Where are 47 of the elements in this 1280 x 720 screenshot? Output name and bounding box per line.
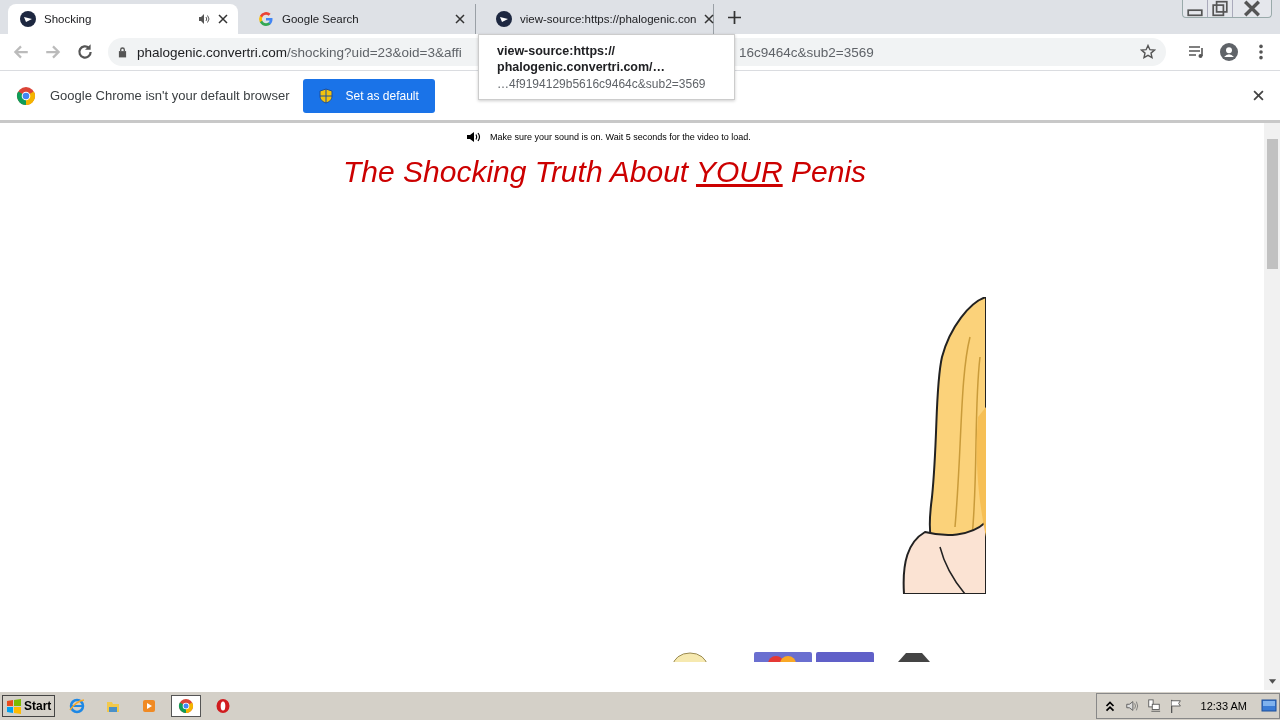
network-icon[interactable] (1146, 699, 1161, 713)
tooltip-title: phalogenic.convertri.com/… (497, 59, 667, 75)
show-desktop-icon[interactable] (1261, 698, 1277, 714)
tab-title: Google Search (282, 13, 360, 25)
site-icon (20, 11, 36, 27)
taskbar-button[interactable] (171, 695, 202, 717)
window-controls[interactable] (1182, 0, 1272, 18)
speaker-icon[interactable] (198, 13, 210, 25)
opera-icon[interactable] (215, 698, 232, 714)
close-icon[interactable] (1253, 90, 1264, 101)
windows-logo-icon (6, 698, 22, 714)
star-icon[interactable] (1140, 44, 1156, 60)
google-icon (258, 11, 274, 27)
tooltip-title: view-source:https:// (497, 43, 617, 59)
media-control-icon[interactable] (1188, 43, 1206, 61)
seal-icon (672, 652, 708, 662)
tooltip-url: …4f9194129b5616c9464c&sub2=3569 (497, 76, 706, 92)
speaker-icon (466, 131, 482, 143)
scrollbar[interactable] (1264, 123, 1280, 690)
set-default-button[interactable]: Set as default (303, 78, 435, 113)
close-icon[interactable] (218, 14, 228, 24)
url-text: 16c9464c&sub2=3569 (739, 44, 875, 60)
card-logo-icon (816, 652, 874, 662)
infobar-message: Google Chrome isn't your default browser (50, 88, 290, 103)
chrome-logo-icon (16, 85, 36, 106)
scroll-down-icon[interactable] (1267, 679, 1277, 685)
close-icon[interactable] (455, 14, 465, 24)
profile-icon[interactable] (1220, 43, 1238, 61)
tab-title: view-source:https://phalogenic.con (520, 13, 697, 25)
card-logo-icon (754, 652, 812, 662)
start-button[interactable]: Start (2, 695, 56, 717)
new-tab-icon[interactable] (728, 10, 741, 24)
tab-title: Shocking (44, 13, 93, 25)
chrome-icon[interactable] (178, 698, 195, 714)
lock-icon (118, 46, 127, 58)
browser-tab[interactable]: Shocking (8, 4, 238, 34)
clock[interactable]: 12:33 AM (1200, 700, 1247, 712)
url-text: phalogenic.convertri.com/shocking?uid=23&oid=3&affi (137, 44, 463, 60)
site-icon (496, 11, 512, 27)
volume-icon[interactable] (1124, 699, 1139, 713)
headline: The Shocking Truth About YOUR Penis (343, 155, 867, 189)
shield-icon (319, 87, 334, 104)
flag-icon[interactable] (1168, 699, 1183, 713)
sound-notice: Make sure your sound is on. Wait 5 seconds for the video to load. (490, 132, 751, 142)
close-icon[interactable] (704, 14, 715, 24)
reload-icon[interactable] (76, 43, 94, 61)
scrollbar-thumb[interactable] (1266, 139, 1278, 269)
